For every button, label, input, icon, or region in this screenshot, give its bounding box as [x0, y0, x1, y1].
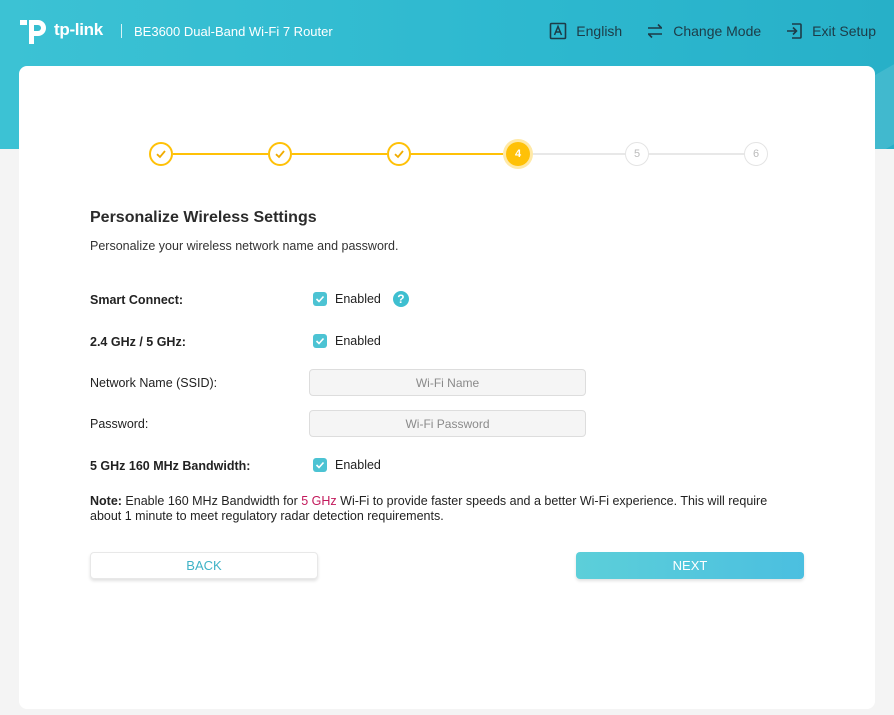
checkbox-checked-icon[interactable] — [313, 334, 327, 348]
language-label: English — [576, 23, 623, 39]
setup-card: 4 5 6 Personalize Wireless Settings Pers… — [19, 66, 875, 709]
top-bar: tp-link BE3600 Dual-Band Wi-Fi 7 Router … — [0, 0, 894, 64]
note-highlight: 5 GHz — [301, 494, 337, 508]
bands-value: Enabled — [335, 334, 381, 348]
step-2-completed — [268, 142, 292, 166]
bands-checkbox[interactable]: Enabled — [313, 334, 381, 348]
change-mode-button[interactable]: Change Mode — [646, 22, 761, 40]
bandwidth-checkbox[interactable]: Enabled — [313, 458, 381, 472]
password-input[interactable] — [309, 410, 586, 437]
bandwidth-label: 5 GHz 160 MHz Bandwidth: — [90, 459, 251, 473]
step-connector — [649, 153, 744, 155]
exit-setup-button[interactable]: Exit Setup — [785, 22, 876, 40]
step-6-upcoming: 6 — [744, 142, 768, 166]
ssid-input[interactable] — [309, 369, 586, 396]
check-icon — [394, 150, 404, 159]
step-connector — [292, 153, 387, 155]
note-text-before: Enable 160 MHz Bandwidth for — [121, 494, 302, 508]
bandwidth-value: Enabled — [335, 458, 381, 472]
smart-connect-value: Enabled — [335, 292, 381, 306]
tp-link-logo[interactable]: tp-link — [18, 14, 103, 46]
language-button[interactable]: English — [549, 22, 622, 40]
smart-connect-label: Smart Connect: — [90, 293, 184, 307]
top-actions: English Change Mode Exit Setup — [549, 22, 876, 40]
bands-label: 2.4 GHz / 5 GHz: — [90, 335, 186, 349]
step-1-completed — [149, 142, 173, 166]
header-divider — [121, 24, 122, 38]
step-5-upcoming: 5 — [625, 142, 649, 166]
tp-link-logo-icon — [18, 14, 50, 46]
header-decoration — [874, 64, 894, 149]
note-prefix: Note: — [90, 494, 122, 508]
back-button[interactable]: BACK — [90, 552, 318, 579]
password-label: Password: — [90, 417, 149, 431]
exit-setup-label: Exit Setup — [812, 23, 876, 39]
check-icon — [156, 150, 166, 159]
router-model: BE3600 Dual-Band Wi-Fi 7 Router — [134, 24, 333, 39]
step-4-current: 4 — [506, 142, 530, 166]
checkbox-checked-icon[interactable] — [313, 292, 327, 306]
step-connector — [530, 153, 625, 155]
step-connector — [411, 153, 506, 155]
ssid-label: Network Name (SSID): — [90, 376, 218, 390]
language-icon — [549, 22, 567, 40]
check-icon — [275, 150, 285, 159]
exit-icon — [785, 22, 803, 40]
next-button[interactable]: NEXT — [576, 552, 804, 579]
step-connector — [173, 153, 268, 155]
bandwidth-note: Note: Enable 160 MHz Bandwidth for 5 GHz… — [90, 494, 790, 524]
change-mode-label: Change Mode — [673, 23, 762, 39]
checkbox-checked-icon[interactable] — [313, 458, 327, 472]
step-3-completed — [387, 142, 411, 166]
page-subtitle: Personalize your wireless network name a… — [90, 239, 399, 253]
page-title: Personalize Wireless Settings — [90, 209, 317, 226]
smart-connect-checkbox[interactable]: Enabled ? — [313, 291, 409, 307]
brand-name: tp-link — [54, 20, 103, 39]
help-icon[interactable]: ? — [392, 291, 409, 307]
progress-stepper: 4 5 6 — [149, 142, 768, 166]
change-mode-icon — [646, 22, 664, 40]
